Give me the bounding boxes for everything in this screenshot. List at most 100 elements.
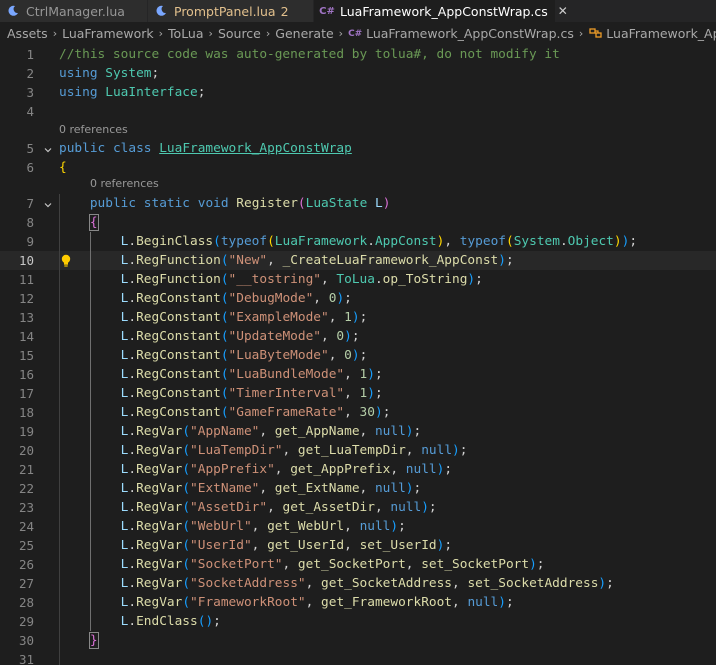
codelens-method-references[interactable]: 0 references [90, 175, 159, 193]
code-line[interactable]: 16 L.RegConstant("LuaBundleMode", 1); [0, 365, 716, 384]
code-line[interactable]: 22 L.RegVar("ExtName", get_ExtName, null… [0, 479, 716, 498]
code-token: ) [452, 443, 460, 458]
code-token: . [128, 557, 137, 572]
code-text: L.RegFunction("New", _CreateLuaFramework… [59, 251, 514, 270]
code-token: _CreateLuaFramework_AppConst [282, 253, 499, 268]
code-token: null [467, 595, 499, 610]
breadcrumb-symbol[interactable]: LuaFramework_AppCon [588, 26, 716, 41]
code-token: , [344, 405, 360, 420]
code-line[interactable]: 4 [0, 102, 716, 121]
code-line[interactable]: 14 L.RegConstant("UpdateMode", 0); [0, 327, 716, 346]
code-token: ; [413, 424, 422, 439]
fold-chevron-icon[interactable] [43, 139, 53, 158]
code-token: ; [374, 386, 383, 401]
close-icon[interactable]: ✕ [558, 4, 568, 18]
code-text: L.RegConstant("LuaBundleMode", 1); [59, 365, 383, 384]
line-number: 13 [18, 310, 34, 325]
code-line[interactable]: 18 L.RegConstant("GameFrameRate", 30); [0, 403, 716, 422]
code-token: , [405, 443, 422, 458]
breadcrumb-folder-5[interactable]: Generate [275, 26, 333, 41]
code-line[interactable]: 10 L.RegFunction("New", _CreateLuaFramew… [0, 251, 716, 270]
code-line[interactable]: 28 L.RegVar("FrameworkRoot", get_Framewo… [0, 593, 716, 612]
tab-1[interactable]: CtrlManager.lua [0, 0, 148, 22]
code-line[interactable]: 26 L.RegVar("SocketPort", get_SocketPort… [0, 555, 716, 574]
code-line[interactable]: 2 using System; [0, 64, 716, 83]
code-line[interactable]: 7 public static void Register(LuaState L… [0, 194, 716, 213]
code-line[interactable]: 30 } [0, 631, 716, 650]
code-token: ( [182, 576, 191, 591]
line-number: 12 [18, 291, 34, 306]
breadcrumb-folder-2[interactable]: LuaFramework [62, 26, 154, 41]
code-line[interactable]: 15 L.RegConstant("LuaByteMode", 0); [0, 346, 716, 365]
code-token: , [259, 481, 275, 496]
code-text: L.RegVar("SocketPort", get_SocketPort, s… [59, 555, 545, 574]
code-line[interactable]: 5 public class LuaFramework_AppConstWrap [0, 139, 716, 158]
code-line[interactable]: 27 L.RegVar("SocketAddress", get_SocketA… [0, 574, 716, 593]
code-line[interactable]: 6{ [0, 158, 716, 177]
code-line[interactable]: 23 L.RegVar("AssetDir", get_AssetDir, nu… [0, 498, 716, 517]
code-line[interactable]: 12 L.RegConstant("DebugMode", 0); [0, 289, 716, 308]
code-token: EndClass [136, 614, 198, 629]
breadcrumb-folder-1[interactable]: Assets [7, 26, 48, 41]
code-text: using System; [59, 64, 159, 83]
code-line[interactable]: 24 L.RegVar("WebUrl", get_WebUrl, null); [0, 517, 716, 536]
breadcrumb-folder-4[interactable]: Source [218, 26, 261, 41]
code-line[interactable]: 1 //this source code was auto-generated b… [0, 45, 716, 64]
code-token: ( [182, 538, 191, 553]
codelens-class-references[interactable]: 0 references [59, 121, 128, 139]
code-line[interactable]: 9 L.BeginClass(typeof(LuaFramework.AppCo… [0, 232, 716, 251]
code-line[interactable]: 25 L.RegVar("UserId", get_UserId, set_Us… [0, 536, 716, 555]
lightbulb-icon[interactable] [60, 253, 72, 267]
code-token: RegVar [136, 443, 183, 458]
code-token: . [128, 386, 137, 401]
code-token: null [390, 500, 422, 515]
code-token: ( [213, 234, 221, 249]
code-token: get_AppPrefix [290, 462, 391, 477]
code-text: { [59, 158, 67, 177]
code-text: L.RegConstant("ExampleMode", 1); [59, 308, 368, 327]
tab-3[interactable]: C# LuaFramework_AppConstWrap.cs ✕ [314, 0, 568, 22]
code-token: ) [351, 348, 360, 363]
code-line[interactable]: 17 L.RegConstant("TimerInterval", 1); [0, 384, 716, 403]
code-line[interactable]: 29 L.EndClass(); [0, 612, 716, 631]
code-token: ( [182, 519, 191, 534]
code-token: , [259, 424, 275, 439]
code-token: ; [475, 272, 483, 287]
tab-label: LuaFramework_AppConstWrap.cs [340, 3, 548, 19]
code-token: ) [405, 481, 414, 496]
code-text: L.RegConstant("TimerInterval", 1); [59, 384, 383, 403]
code-token: ) [336, 291, 345, 306]
code-token: , [405, 557, 422, 572]
code-token: null [405, 462, 437, 477]
line-number: 11 [18, 272, 34, 287]
code-line[interactable]: 11 L.RegFunction("__tostring", ToLua.op_… [0, 270, 716, 289]
line-number: 25 [18, 538, 34, 553]
code-token: ( [220, 348, 229, 363]
code-line[interactable]: 20 L.RegVar("LuaTempDir", get_LuaTempDir… [0, 441, 716, 460]
code-line[interactable]: 21 L.RegVar("AppPrefix", get_AppPrefix, … [0, 460, 716, 479]
code-line[interactable]: 19 L.RegVar("AppName", get_AppName, null… [0, 422, 716, 441]
line-number: 3 [26, 85, 34, 100]
code-token: . [128, 310, 137, 325]
fold-chevron-icon[interactable] [43, 194, 53, 213]
code-line[interactable]: 31 [0, 650, 716, 665]
breadcrumb-file[interactable]: C# LuaFramework_AppConstWrap.cs [348, 26, 574, 41]
code-token: ( [182, 462, 191, 477]
class-symbol-icon [588, 26, 602, 40]
chevron-right-icon: › [578, 26, 584, 40]
code-editor[interactable]: 0 references 0 references 1 //this source… [0, 44, 716, 665]
code-token: RegConstant [136, 405, 221, 420]
code-token: } [88, 632, 99, 649]
code-token: ; [444, 462, 453, 477]
tab-label: PromptPanel.lua [174, 3, 276, 19]
code-token: ) [367, 386, 375, 401]
code-line[interactable]: 8 { [0, 213, 716, 232]
tab-2[interactable]: PromptPanel.lua 2 [148, 0, 314, 22]
code-token: ( [182, 500, 191, 515]
breadcrumb-folder-3[interactable]: ToLua [168, 26, 204, 41]
code-line[interactable]: 3 using LuaInterface; [0, 83, 716, 102]
code-line[interactable]: 13 L.RegConstant("ExampleMode", 1); [0, 308, 716, 327]
code-text: L.RegFunction("__tostring", ToLua.op_ToS… [59, 270, 483, 289]
code-text: L.RegVar("AppPrefix", get_AppPrefix, nul… [59, 460, 452, 479]
